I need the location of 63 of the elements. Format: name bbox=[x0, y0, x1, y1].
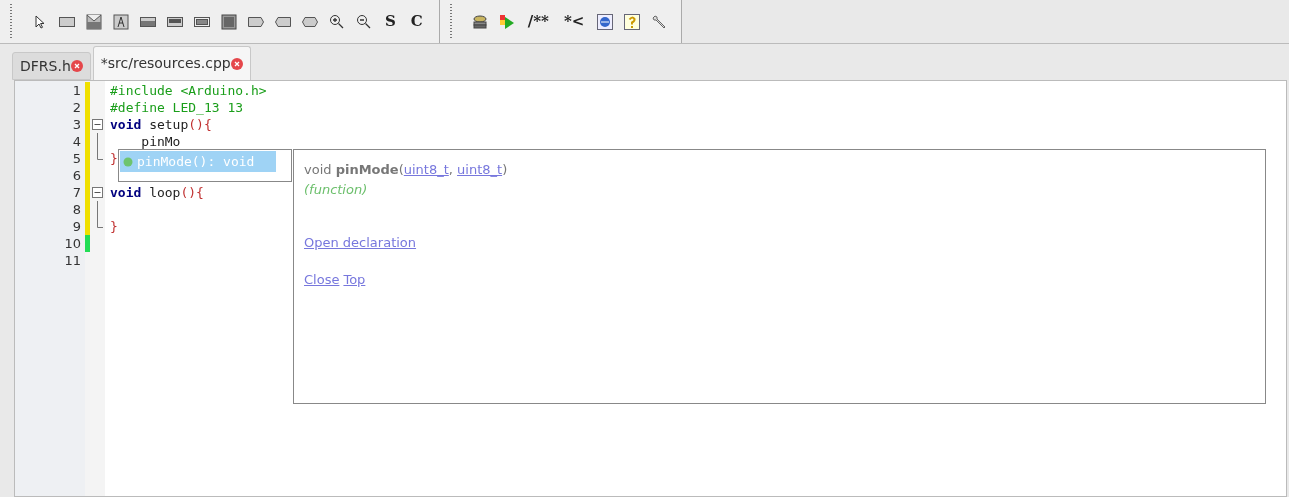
code-token: pinMo bbox=[140, 133, 181, 150]
code-token: (){ bbox=[188, 116, 212, 133]
split-box-icon[interactable] bbox=[86, 13, 102, 30]
tab-label: DFRS.h bbox=[20, 56, 71, 76]
toolbar-grip-icon[interactable] bbox=[449, 3, 453, 40]
toolbar-text-button[interactable]: S bbox=[383, 14, 398, 29]
line-number: 7 bbox=[71, 184, 82, 201]
code-token: #include <Arduino.h> bbox=[110, 82, 267, 99]
completion-label: pinMode(): void bbox=[137, 152, 255, 171]
line-number: 2 bbox=[71, 99, 82, 116]
line-number: 1 bbox=[71, 82, 82, 99]
line-number: 10 bbox=[63, 235, 82, 252]
signature-text: void pinMode(uint8_t, uint8_t) bbox=[304, 161, 509, 179]
type-link[interactable]: uint8_t bbox=[457, 162, 503, 177]
disk-stack-icon[interactable] bbox=[471, 13, 488, 30]
left-tag-icon[interactable] bbox=[275, 15, 291, 28]
code-token: #define LED_13 13 bbox=[110, 99, 244, 116]
fold-end-icon bbox=[97, 150, 103, 160]
rectangle-icon[interactable] bbox=[59, 15, 75, 28]
line-number: 9 bbox=[71, 218, 82, 235]
kind-label: (function) bbox=[304, 180, 369, 199]
fold-toggle-icon[interactable] bbox=[92, 116, 103, 133]
double-tag-icon[interactable] bbox=[302, 15, 318, 28]
code-token: setup bbox=[148, 116, 189, 133]
code-token: } bbox=[110, 218, 118, 235]
help-icon[interactable] bbox=[624, 13, 641, 30]
code-token: loop bbox=[148, 184, 181, 201]
line-number: 3 bbox=[71, 116, 82, 133]
wrench-icon[interactable] bbox=[651, 13, 668, 30]
code-token: void bbox=[110, 116, 142, 133]
zoom-in-icon[interactable] bbox=[329, 13, 345, 30]
declaration-link[interactable]: Open declaration bbox=[304, 233, 417, 253]
toolbar-text-button[interactable]: *< bbox=[561, 14, 587, 29]
line-number: 8 bbox=[71, 201, 82, 218]
bar-icon[interactable] bbox=[167, 15, 183, 28]
file-tab[interactable]: DFRS.h bbox=[12, 52, 91, 80]
right-tag-icon[interactable] bbox=[248, 15, 264, 28]
tab-label: *src/resources.cpp bbox=[100, 54, 231, 73]
line-number: 5 bbox=[71, 150, 82, 167]
popup-link[interactable]: Top bbox=[343, 269, 366, 289]
run-icon[interactable] bbox=[498, 13, 515, 30]
line-number: 4 bbox=[71, 133, 82, 150]
close-icon[interactable] bbox=[230, 57, 243, 70]
code-token: (){ bbox=[180, 184, 204, 201]
toolbar-text-button[interactable]: /** bbox=[525, 14, 551, 29]
toolbar-grip-icon[interactable] bbox=[10, 3, 13, 40]
filled-box-icon[interactable] bbox=[221, 13, 237, 30]
toolbar-text-button[interactable]: C bbox=[408, 14, 425, 29]
method-icon bbox=[123, 156, 133, 167]
line-number: 11 bbox=[63, 252, 82, 269]
line-number: 6 bbox=[71, 167, 82, 184]
close-icon[interactable] bbox=[70, 60, 83, 72]
letter-box-icon[interactable] bbox=[113, 13, 129, 30]
bar-icon[interactable] bbox=[140, 15, 156, 28]
fold-toggle-icon[interactable] bbox=[92, 184, 103, 201]
fold-end-icon bbox=[97, 218, 103, 228]
code-token: } bbox=[110, 150, 118, 167]
popup-link[interactable]: Close bbox=[304, 269, 340, 289]
file-tab[interactable]: *src/resources.cpp bbox=[92, 46, 251, 80]
framed-bar-icon[interactable] bbox=[194, 15, 210, 28]
zoom-out-icon[interactable] bbox=[356, 13, 372, 30]
code-token: void bbox=[110, 184, 142, 201]
type-link[interactable]: uint8_t bbox=[403, 162, 449, 177]
